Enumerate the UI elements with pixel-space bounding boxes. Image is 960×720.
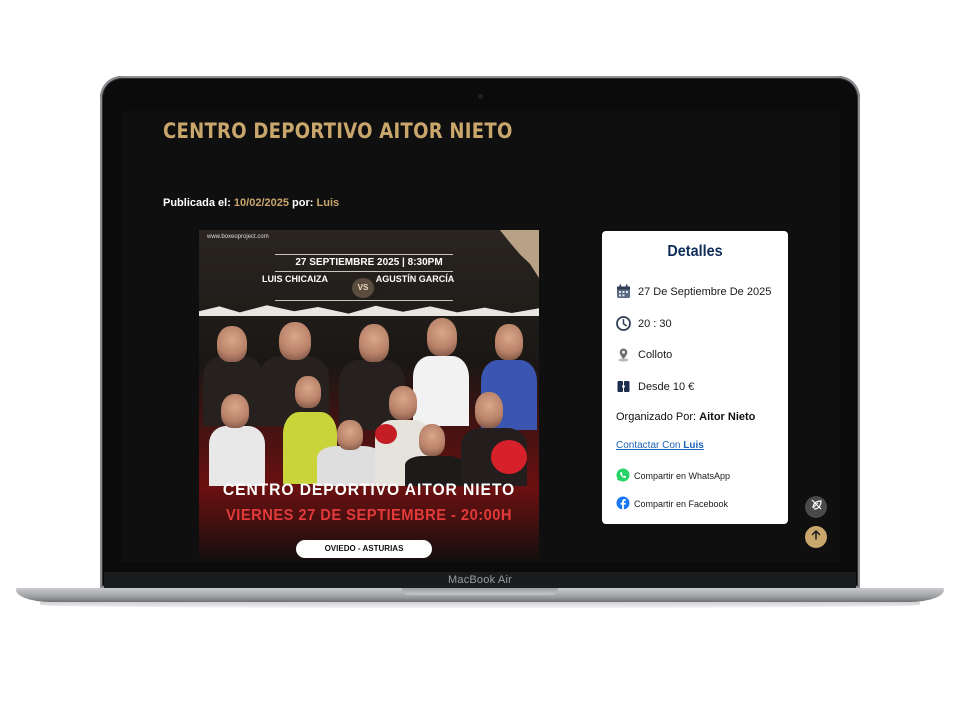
- by-label: por:: [292, 197, 314, 209]
- poster-boxers-photo: [199, 316, 539, 486]
- poster-fighter-1: LUIS CHICAIZA: [262, 274, 328, 284]
- poster-paper-tear: [199, 305, 539, 316]
- poster-vs-badge: VS: [352, 278, 374, 298]
- ticket-icon: [616, 379, 631, 394]
- share-whatsapp-label: Compartir en WhatsApp: [634, 471, 731, 481]
- screen: CENTRO DEPORTIVO AITOR NIETO Publicada e…: [121, 111, 840, 562]
- camera-dot: [478, 94, 483, 99]
- poster-subline: VIERNES 27 DE SEPTIEMBRE - 20:00H: [226, 507, 512, 524]
- laptop-shadow: [40, 602, 920, 608]
- laptop-brand-label: MacBook Air: [104, 572, 856, 588]
- facebook-icon: [616, 496, 630, 512]
- detail-date: 27 De Septiembre De 2025: [638, 285, 772, 298]
- calendar-icon: [616, 284, 631, 299]
- leaf-off-icon: [810, 498, 823, 516]
- poster-headline: CENTRO DEPORTIVO AITOR NIETO: [222, 480, 516, 499]
- poster-date: 27 SEPTIEMBRE 2025 | 8:30PM: [295, 257, 443, 268]
- published-date: 10/02/2025: [233, 197, 289, 209]
- poster-site: www.boxeoproject.com: [207, 234, 269, 240]
- detail-date-row: 27 De Septiembre De 2025: [616, 284, 771, 299]
- clock-icon: [616, 316, 631, 331]
- location-icon: [616, 347, 631, 362]
- organizer-name: Aitor Nieto: [699, 411, 756, 423]
- published-line: Publicada el: 10/02/2025 por: Luis: [163, 197, 339, 209]
- poster-fighter-2: AGUSTÍN GARCÍA: [375, 274, 455, 284]
- contact-label: Contactar Con: [616, 440, 681, 451]
- published-label: Publicada el:: [163, 197, 231, 209]
- details-title: Detalles: [667, 243, 723, 260]
- detail-time-row: 20 : 30: [616, 316, 672, 331]
- scroll-top-button[interactable]: [805, 526, 827, 548]
- organizer-label: Organizado Por:: [616, 411, 697, 423]
- detail-price: Desde 10 €: [638, 380, 695, 393]
- eco-toggle-button[interactable]: [805, 496, 827, 518]
- event-poster: www.boxeoproject.com 27 SEPTIEMBRE 2025 …: [199, 230, 539, 562]
- laptop-notch: [402, 588, 558, 595]
- poster-rule-bottom: [275, 300, 453, 301]
- poster-rule-top: [275, 254, 453, 255]
- poster-torn-corner: [499, 230, 539, 278]
- detail-place-row: Colloto: [616, 347, 672, 362]
- detail-place: Colloto: [638, 348, 673, 361]
- details-card: Detalles 27 De Septiembre De 2025 20 : 3…: [602, 231, 788, 524]
- whatsapp-icon: [616, 468, 630, 484]
- detail-price-row: Desde 10 €: [616, 379, 694, 394]
- arrow-up-icon: [810, 528, 822, 546]
- share-facebook-button[interactable]: Compartir en Facebook: [616, 496, 728, 512]
- poster-location: OVIEDO - ASTURIAS: [296, 540, 432, 558]
- organizer-line: Organizado Por: Aitor Nieto: [616, 411, 755, 423]
- detail-time: 20 : 30: [638, 317, 672, 330]
- share-facebook-label: Compartir en Facebook: [634, 499, 729, 509]
- contact-link[interactable]: Contactar Con Luis: [616, 440, 704, 451]
- author-link[interactable]: Luis: [317, 197, 340, 209]
- poster-rule-mid: [275, 271, 453, 272]
- share-whatsapp-button[interactable]: Compartir en WhatsApp: [616, 468, 730, 484]
- page-title: CENTRO DEPORTIVO AITOR NIETO: [163, 119, 513, 143]
- contact-name: Luis: [683, 440, 704, 451]
